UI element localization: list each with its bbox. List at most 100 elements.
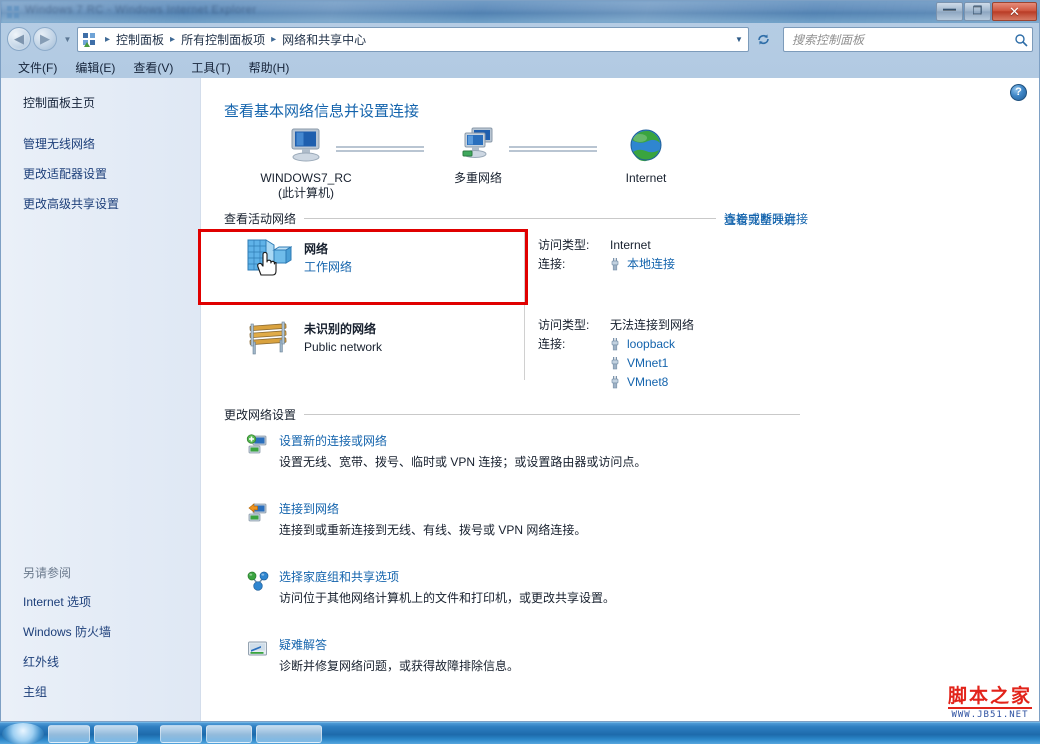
search-input[interactable]: 搜索控制面板 (792, 31, 1014, 48)
globe-icon (630, 129, 662, 162)
window-controls: — ❐ ✕ (936, 2, 1037, 21)
taskbar-button-5[interactable] (256, 724, 322, 743)
connect-disconnect-link[interactable]: 连接或断开连接 (724, 210, 808, 227)
sidebar-see-also: 另请参阅 Internet 选项 Windows 防火墙 红外线 主组 (1, 564, 200, 713)
watermark-text: 脚本之家 (947, 685, 1032, 707)
title-bar: Windows 7 RC - Windows Internet Explorer… (1, 1, 1039, 23)
setting-title-connect-network[interactable]: 连接到网络 (279, 501, 806, 518)
setting-title-troubleshoot[interactable]: 疑难解答 (279, 637, 806, 654)
breadcrumb-item-1[interactable]: 所有控制面板项 (179, 31, 267, 48)
recent-pages-dropdown[interactable]: ▼ (62, 31, 73, 47)
plug-icon (610, 375, 622, 390)
computer-icon (291, 128, 320, 162)
sidebar-item-internet-options[interactable]: Internet 选项 (23, 593, 91, 610)
taskbar-button-4[interactable] (206, 724, 252, 743)
menu-item-edit[interactable]: 编辑(E) (66, 57, 124, 78)
homegroup-icon (246, 570, 269, 592)
setting-item-troubleshoot[interactable]: 疑难解答 诊断并修复网络问题，或获得故障排除信息。 (246, 637, 806, 675)
active-network-name-unidentified: 未识别的网络 (304, 322, 377, 336)
sidebar-item-windows-firewall[interactable]: Windows 防火墙 (23, 623, 111, 640)
breadcrumb-item-2[interactable]: 网络和共享中心 (280, 31, 368, 48)
taskbar-button-2[interactable] (94, 724, 138, 743)
active-network-type-unidentified: Public network (304, 340, 383, 354)
active-network-row-work[interactable]: 网络 工作网络 访问类型: Internet 连接: 本地连接 (224, 236, 808, 278)
setting-desc-new-connection: 设置无线、宽带、拨号、临时或 VPN 连接；或设置路由器或访问点。 (279, 455, 647, 469)
close-button[interactable]: ✕ (992, 2, 1037, 21)
page-title: 查看基本网络信息并设置连接 (224, 103, 420, 120)
netmap-wire-1 (336, 146, 424, 152)
taskbar (0, 722, 1040, 744)
netmap-node-computer-name: WINDOWS7_RC (260, 171, 352, 185)
breadcrumb-dropdown-icon[interactable]: ▼ (730, 28, 748, 51)
active-network-row-unidentified-right: 访问类型: 无法连接到网络 连接: loopback VMnet1 VMnet8 (524, 316, 808, 392)
sidebar-top-links: 控制面板主页 管理无线网络 更改适配器设置 更改高级共享设置 (1, 78, 200, 212)
access-type-unidentified: 访问类型: 无法连接到网络 (538, 316, 808, 335)
watermark: 脚本之家 WWW.JB51.NET (947, 685, 1032, 720)
breadcrumb-separator-1[interactable]: ▸ (166, 34, 179, 45)
active-network-row-unidentified-left: 未识别的网络 Public network (224, 316, 524, 392)
netmap-node-computer[interactable]: WINDOWS7_RC (此计算机) (246, 126, 366, 201)
sidebar-item-homegroup[interactable]: 主组 (23, 683, 47, 700)
setting-title-new-connection[interactable]: 设置新的连接或网络 (279, 433, 806, 450)
connection-link-local-label: 本地连接 (627, 257, 676, 271)
menu-bar: 文件(F) 编辑(E) 查看(V) 工具(T) 帮助(H) (1, 56, 1039, 78)
network-map: WINDOWS7_RC (此计算机) 多重网络 Internet 查看完整映射 (224, 126, 824, 227)
connection-link-loopback[interactable]: loopback (610, 335, 675, 354)
active-network-row-work-right: 访问类型: Internet 连接: 本地连接 (524, 236, 808, 278)
back-button[interactable]: ◀ (7, 27, 31, 51)
watermark-rule (947, 707, 1032, 709)
access-type-value-2: 无法连接到网络 (610, 318, 695, 332)
menu-item-help[interactable]: 帮助(H) (240, 57, 299, 78)
active-network-row-unidentified[interactable]: 未识别的网络 Public network 访问类型: 无法连接到网络 连接: (224, 316, 808, 392)
connections-list: loopback VMnet1 VMnet8 (610, 335, 675, 392)
start-button[interactable] (2, 722, 44, 744)
sidebar-item-change-adapter[interactable]: 更改适配器设置 (23, 165, 107, 182)
connection-link-vmnet1-label: VMnet1 (627, 356, 669, 370)
minimize-icon: — (943, 1, 956, 16)
menu-item-file[interactable]: 文件(F) (9, 57, 66, 78)
setting-item-homegroup[interactable]: 选择家庭组和共享选项 访问位于其他网络计算机上的文件和打印机，或更改共享设置。 (246, 569, 806, 607)
active-network-type-work[interactable]: 工作网络 (304, 258, 352, 276)
connection-link-vmnet1[interactable]: VMnet1 (610, 354, 675, 373)
access-type-label: 访问类型: (538, 238, 590, 252)
help-icon[interactable]: ? (1010, 84, 1027, 101)
minimize-button[interactable]: — (936, 2, 963, 21)
sidebar-item-infrared[interactable]: 红外线 (23, 653, 59, 670)
setting-item-connect-network[interactable]: 连接到网络 连接到或重新连接到无线、有线、拨号或 VPN 网络连接。 (246, 501, 806, 539)
connection-link-vmnet8[interactable]: VMnet8 (610, 373, 675, 392)
breadcrumb-separator-2[interactable]: ▸ (267, 34, 280, 45)
connections-work: 连接: 本地连接 (538, 255, 808, 274)
active-networks-title: 查看活动网络 (224, 212, 297, 226)
connection-link-local[interactable]: 本地连接 (610, 255, 675, 274)
taskbar-button-1[interactable] (48, 724, 90, 743)
sidebar-item-advanced-sharing[interactable]: 更改高级共享设置 (23, 195, 119, 212)
section-rule-2 (304, 414, 800, 415)
help-icon-glyph: ? (1015, 86, 1022, 98)
menu-item-tools[interactable]: 工具(T) (182, 57, 239, 78)
netmap-node-internet-name: Internet (625, 171, 667, 185)
maximize-button[interactable]: ❐ (964, 2, 991, 21)
access-type-value: Internet (610, 238, 651, 252)
access-type-label-2: 访问类型: (538, 318, 590, 332)
netmap-node-multiple-networks[interactable]: 多重网络 (418, 126, 538, 186)
setting-desc-connect-network: 连接到或重新连接到无线、有线、拨号或 VPN 网络连接。 (279, 523, 587, 537)
forward-button[interactable]: ▶ (33, 27, 57, 51)
troubleshoot-icon (246, 638, 268, 660)
netmap-node-internet[interactable]: Internet (586, 126, 706, 186)
back-icon: ◀ (14, 31, 24, 46)
refresh-button[interactable] (751, 28, 775, 51)
taskbar-button-3[interactable] (160, 724, 202, 743)
sidebar-item-manage-wireless[interactable]: 管理无线网络 (23, 135, 95, 152)
breadcrumb[interactable]: ▸ 控制面板 ▸ 所有控制面板项 ▸ 网络和共享中心 ▼ (77, 27, 749, 52)
active-networks-divider (524, 230, 525, 380)
bench-icon (249, 321, 287, 355)
navigation-buttons: ◀ ▶ ▼ (7, 27, 73, 51)
breadcrumb-separator-0: ▸ (105, 34, 111, 45)
setting-title-homegroup[interactable]: 选择家庭组和共享选项 (279, 569, 806, 586)
setting-item-new-connection[interactable]: 设置新的连接或网络 设置无线、宽带、拨号、临时或 VPN 连接；或设置路由器或访… (246, 433, 806, 471)
access-type-work: 访问类型: Internet (538, 236, 808, 255)
breadcrumb-item-0[interactable]: 控制面板 (114, 31, 166, 48)
menu-item-view[interactable]: 查看(V) (124, 57, 182, 78)
search-box[interactable]: 搜索控制面板 (783, 27, 1033, 52)
sidebar-item-control-panel-home[interactable]: 控制面板主页 (23, 94, 95, 111)
